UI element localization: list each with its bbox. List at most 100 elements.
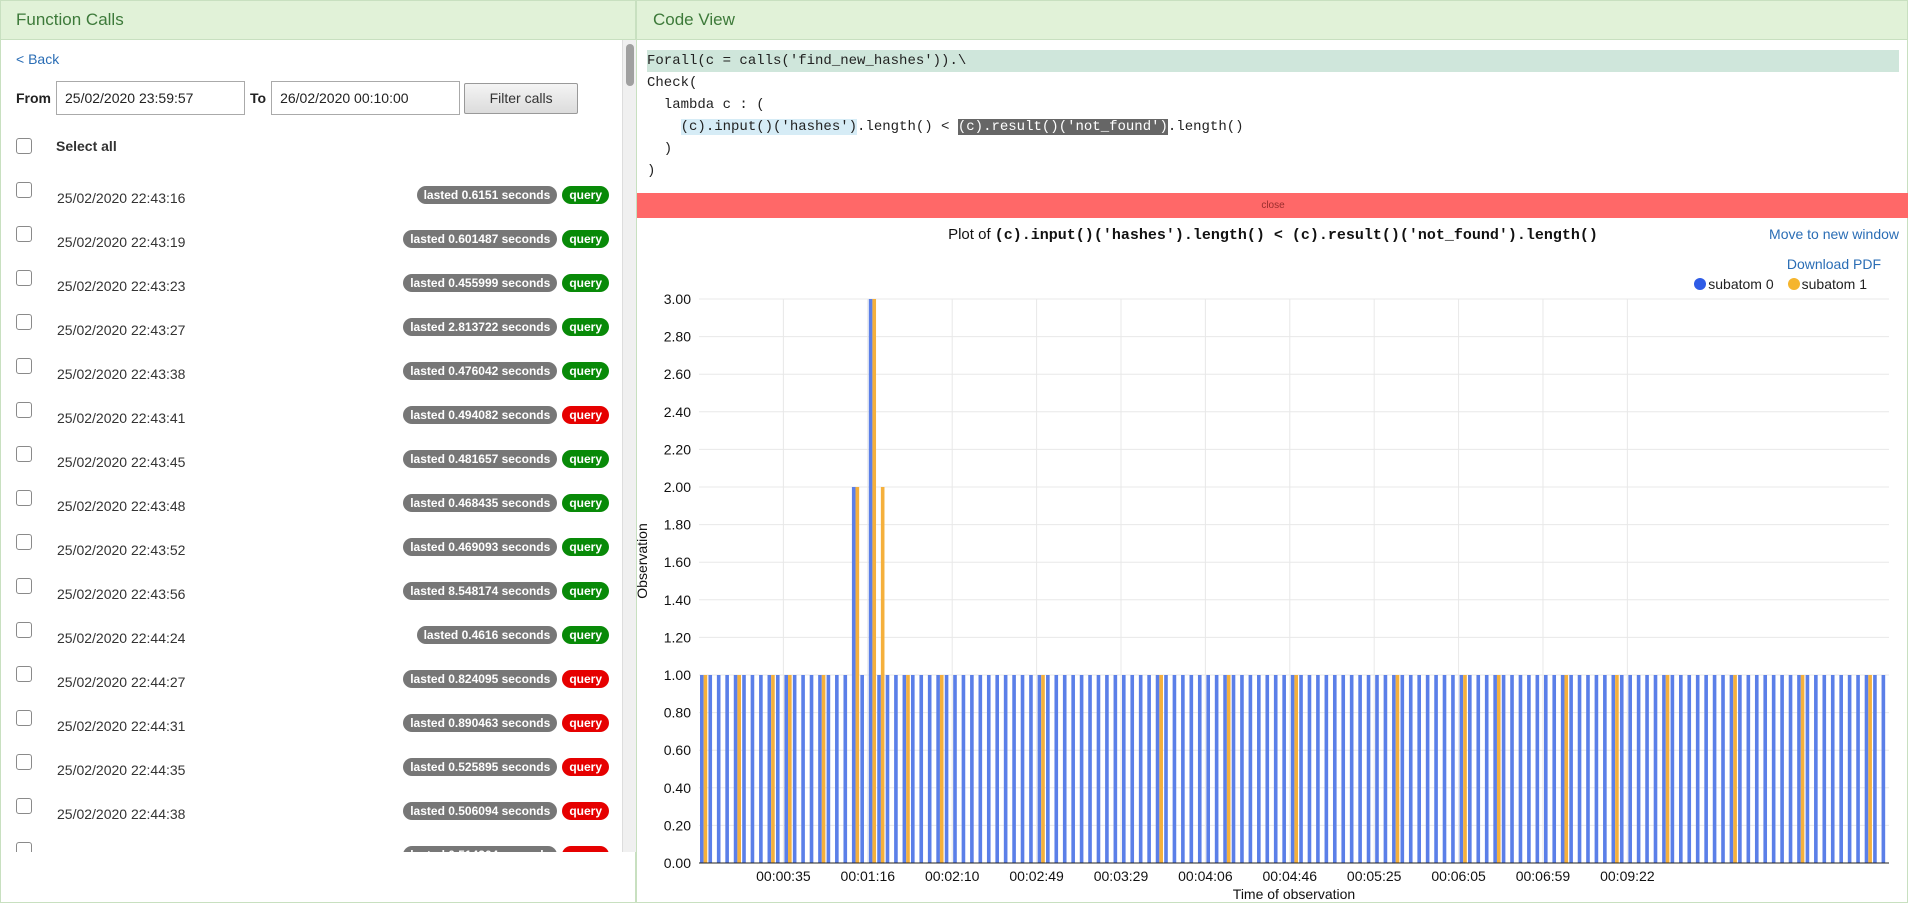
- call-badges: lasted 0.525895 seconds query: [403, 758, 609, 776]
- call-row[interactable]: 25/02/2020 22:44:24 lasted 0.4616 seconds…: [1, 608, 621, 652]
- bar-subatom-0: [826, 675, 831, 863]
- call-checkbox[interactable]: [16, 314, 32, 330]
- call-row[interactable]: 25/02/2020 22:44:35 lasted 0.525895 secon…: [1, 740, 621, 784]
- bar-subatom-0: [1071, 675, 1075, 863]
- bar-subatom-0: [725, 675, 729, 863]
- call-row[interactable]: 25/02/2020 22:43:45 lasted 0.481657 secon…: [1, 432, 621, 476]
- bar-subatom-0: [1197, 675, 1202, 863]
- to-date-input[interactable]: [271, 81, 461, 115]
- call-row[interactable]: 25/02/2020 22:44:38 lasted 0.506094 secon…: [1, 784, 621, 828]
- call-checkbox[interactable]: [16, 578, 32, 594]
- query-badge[interactable]: query: [562, 186, 609, 204]
- bar-subatom-0: [1358, 675, 1362, 863]
- duration-badge: lasted 0.481657 seconds: [403, 450, 558, 468]
- code-line: ): [647, 141, 673, 157]
- query-badge[interactable]: query: [562, 802, 609, 820]
- call-row[interactable]: 25/02/2020 22:43:52 lasted 0.469093 secon…: [1, 520, 621, 564]
- call-checkbox[interactable]: [16, 798, 32, 814]
- bar-subatom-0: [750, 675, 755, 863]
- call-row[interactable]: 25/02/2020 22:43:38 lasted 0.476042 secon…: [1, 344, 621, 388]
- call-row[interactable]: 25/02/2020 22:43:16 lasted 0.6151 seconds…: [1, 168, 621, 212]
- bar-subatom-0: [1349, 675, 1354, 863]
- from-date-input[interactable]: [56, 81, 245, 115]
- call-checkbox[interactable]: [16, 270, 32, 286]
- bar-subatom-0: [1746, 675, 1751, 863]
- call-timestamp: 25/02/2020 22:43:41: [57, 410, 186, 426]
- query-badge[interactable]: query: [562, 538, 609, 556]
- bar-subatom-0: [894, 675, 898, 863]
- bar-subatom-1: [1615, 675, 1619, 863]
- code-highlight-result[interactable]: (c).result()('not_found'): [957, 119, 1168, 135]
- query-badge[interactable]: query: [562, 406, 609, 424]
- call-checkbox[interactable]: [16, 534, 32, 550]
- call-row[interactable]: 25/02/2020 22:43:23 lasted 0.455999 secon…: [1, 256, 621, 300]
- code-line: lambda c : (: [647, 97, 765, 113]
- query-badge[interactable]: query: [562, 494, 609, 512]
- call-row[interactable]: 25/02/2020 22:43:48 lasted 0.468435 secon…: [1, 476, 621, 520]
- call-timestamp: 25/02/2020 22:43:48: [57, 498, 186, 514]
- query-badge[interactable]: query: [562, 274, 609, 292]
- call-badges: lasted 0.469093 seconds query: [403, 538, 609, 556]
- back-link[interactable]: < Back: [16, 51, 59, 67]
- query-badge[interactable]: query: [562, 670, 609, 688]
- bar-subatom-0: [1096, 675, 1101, 863]
- call-checkbox[interactable]: [16, 402, 32, 418]
- bar-subatom-0: [1231, 675, 1236, 863]
- call-row[interactable]: 25/02/2020 22:43:41 lasted 0.494082 secon…: [1, 388, 621, 432]
- call-checkbox[interactable]: [16, 226, 32, 242]
- call-checkbox[interactable]: [16, 446, 32, 462]
- query-badge[interactable]: query: [562, 714, 609, 732]
- call-checkbox[interactable]: [16, 842, 32, 852]
- query-badge[interactable]: query: [562, 582, 609, 600]
- bar-subatom-0: [1147, 675, 1151, 863]
- call-checkbox[interactable]: [16, 490, 32, 506]
- call-row[interactable]: 25/02/2020 22:44:41 lasted 0.514204 secon…: [1, 828, 621, 852]
- query-badge[interactable]: query: [562, 450, 609, 468]
- query-badge[interactable]: query: [562, 362, 609, 380]
- close-bar[interactable]: close: [637, 193, 1908, 218]
- bar-subatom-0: [1400, 675, 1405, 863]
- download-pdf-link[interactable]: Download PDF: [1787, 256, 1881, 272]
- bar-subatom-0: [1332, 675, 1337, 863]
- call-row[interactable]: 25/02/2020 22:43:56 lasted 8.548174 secon…: [1, 564, 621, 608]
- call-checkbox[interactable]: [16, 666, 32, 682]
- bar-subatom-0: [1299, 675, 1303, 863]
- filter-calls-button[interactable]: Filter calls: [464, 82, 579, 114]
- select-all-checkbox[interactable]: [16, 138, 32, 154]
- call-row[interactable]: 25/02/2020 22:43:19 lasted 0.601487 secon…: [1, 212, 621, 256]
- bar-subatom-0: [1645, 675, 1649, 863]
- x-tick-label: 00:02:10: [925, 868, 980, 884]
- to-label: To: [250, 90, 267, 106]
- call-checkbox[interactable]: [16, 622, 32, 638]
- x-tick-label: 00:00:35: [756, 868, 811, 884]
- query-badge[interactable]: query: [562, 626, 609, 644]
- call-checkbox[interactable]: [16, 182, 32, 198]
- move-to-new-window-link[interactable]: Move to new window: [1769, 226, 1899, 242]
- query-badge[interactable]: query: [562, 846, 609, 852]
- code-highlight-input[interactable]: (c).input()('hashes'): [680, 119, 858, 135]
- call-checkbox[interactable]: [16, 710, 32, 726]
- calls-scrollbar[interactable]: [622, 40, 637, 852]
- call-checkbox[interactable]: [16, 754, 32, 770]
- call-badges: lasted 8.548174 seconds query: [403, 582, 609, 600]
- bar-subatom-0: [851, 487, 856, 863]
- scrollbar-thumb[interactable]: [626, 44, 634, 86]
- query-badge[interactable]: query: [562, 318, 609, 336]
- call-row[interactable]: 25/02/2020 22:44:31 lasted 0.890463 secon…: [1, 696, 621, 740]
- call-checkbox[interactable]: [16, 358, 32, 374]
- call-badges: lasted 0.514204 seconds query: [403, 846, 609, 852]
- bar-subatom-0: [1324, 675, 1329, 863]
- y-tick-label: 2.00: [664, 479, 691, 495]
- call-badges: lasted 0.481657 seconds query: [403, 450, 609, 468]
- call-timestamp: 25/02/2020 22:44:24: [57, 630, 186, 646]
- bar-subatom-0: [978, 675, 983, 863]
- call-row[interactable]: 25/02/2020 22:44:27 lasted 0.824095 secon…: [1, 652, 621, 696]
- date-filter: From To Filter calls: [16, 81, 579, 115]
- code-text: .length() <: [857, 119, 958, 135]
- query-badge[interactable]: query: [562, 758, 609, 776]
- call-badges: lasted 2.813722 seconds query: [403, 318, 609, 336]
- call-row[interactable]: 25/02/2020 22:43:27 lasted 2.813722 secon…: [1, 300, 621, 344]
- query-badge[interactable]: query: [562, 230, 609, 248]
- duration-badge: lasted 0.506094 seconds: [403, 802, 558, 820]
